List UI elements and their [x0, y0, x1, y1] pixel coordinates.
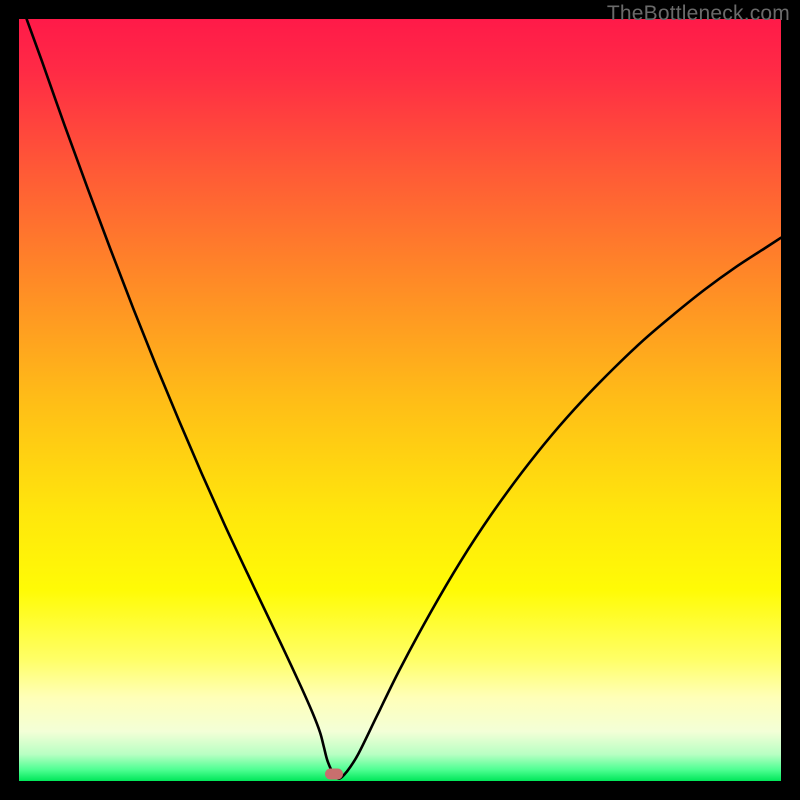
chart-frame [19, 19, 781, 781]
bottleneck-chart [19, 19, 781, 781]
optimal-point-marker [325, 769, 343, 780]
watermark-text: TheBottleneck.com [607, 2, 790, 26]
